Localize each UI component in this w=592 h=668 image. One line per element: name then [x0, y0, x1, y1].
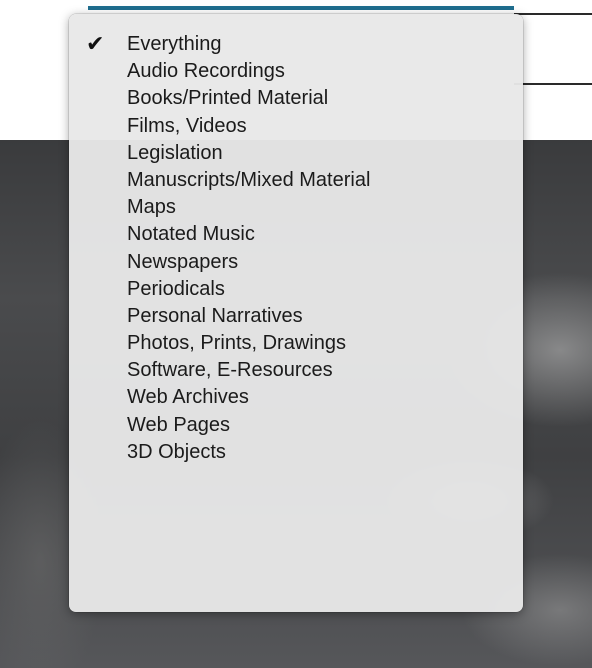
menu-item-label: Web Pages: [127, 413, 231, 436]
menu-item-books-printed-material[interactable]: Books/Printed Material: [69, 85, 523, 112]
menu-item-photos-prints-drawings[interactable]: Photos, Prints, Drawings: [69, 330, 523, 357]
format-select-underline: [88, 6, 514, 10]
menu-item-legislation[interactable]: Legislation: [69, 140, 523, 167]
checkmark-icon: ✔: [86, 32, 105, 57]
menu-item-web-pages[interactable]: Web Pages: [69, 412, 523, 439]
menu-item-web-archives[interactable]: Web Archives: [69, 384, 523, 411]
menu-item-label: Manuscripts/Mixed Material: [127, 168, 371, 191]
menu-item-label: Everything: [127, 33, 222, 55]
menu-item-audio-recordings[interactable]: Audio Recordings: [69, 58, 523, 85]
menu-item-label: Periodicals: [127, 277, 225, 300]
menu-item-label: Books/Printed Material: [127, 87, 329, 110]
menu-item-label: Personal Narratives: [127, 304, 303, 327]
menu-item-software-e-resources[interactable]: Software, E-Resources: [69, 357, 523, 384]
menu-item-label: Audio Recordings: [127, 60, 285, 83]
menu-item-label: Films, Videos: [127, 114, 247, 137]
menu-item-label: Newspapers: [127, 250, 239, 273]
menu-item-films-videos[interactable]: Films, Videos: [69, 113, 523, 140]
format-options-list: ✔ Everything Audio Recordings Books/Prin…: [69, 14, 523, 466]
menu-item-periodicals[interactable]: Periodicals: [69, 276, 523, 303]
menu-item-label: 3D Objects: [127, 440, 226, 463]
menu-item-label: Web Archives: [127, 386, 249, 409]
menu-item-newspapers[interactable]: Newspapers: [69, 249, 523, 276]
format-dropdown-menu: ✔ Everything Audio Recordings Books/Prin…: [69, 14, 523, 612]
search-bar-border-top: [514, 13, 592, 15]
menu-item-everything[interactable]: ✔ Everything: [69, 31, 523, 58]
menu-item-manuscripts-mixed-material[interactable]: Manuscripts/Mixed Material: [69, 167, 523, 194]
menu-item-3d-objects[interactable]: 3D Objects: [69, 439, 523, 466]
menu-item-label: Notated Music: [127, 223, 255, 246]
search-bar-border-bottom: [514, 83, 592, 85]
menu-item-label: Legislation: [127, 141, 223, 164]
menu-item-notated-music[interactable]: Notated Music: [69, 221, 523, 248]
menu-item-label: Maps: [127, 196, 176, 219]
menu-item-maps[interactable]: Maps: [69, 194, 523, 221]
menu-item-label: Photos, Prints, Drawings: [127, 332, 346, 355]
menu-item-personal-narratives[interactable]: Personal Narratives: [69, 303, 523, 330]
menu-item-label: Software, E-Resources: [127, 359, 333, 382]
